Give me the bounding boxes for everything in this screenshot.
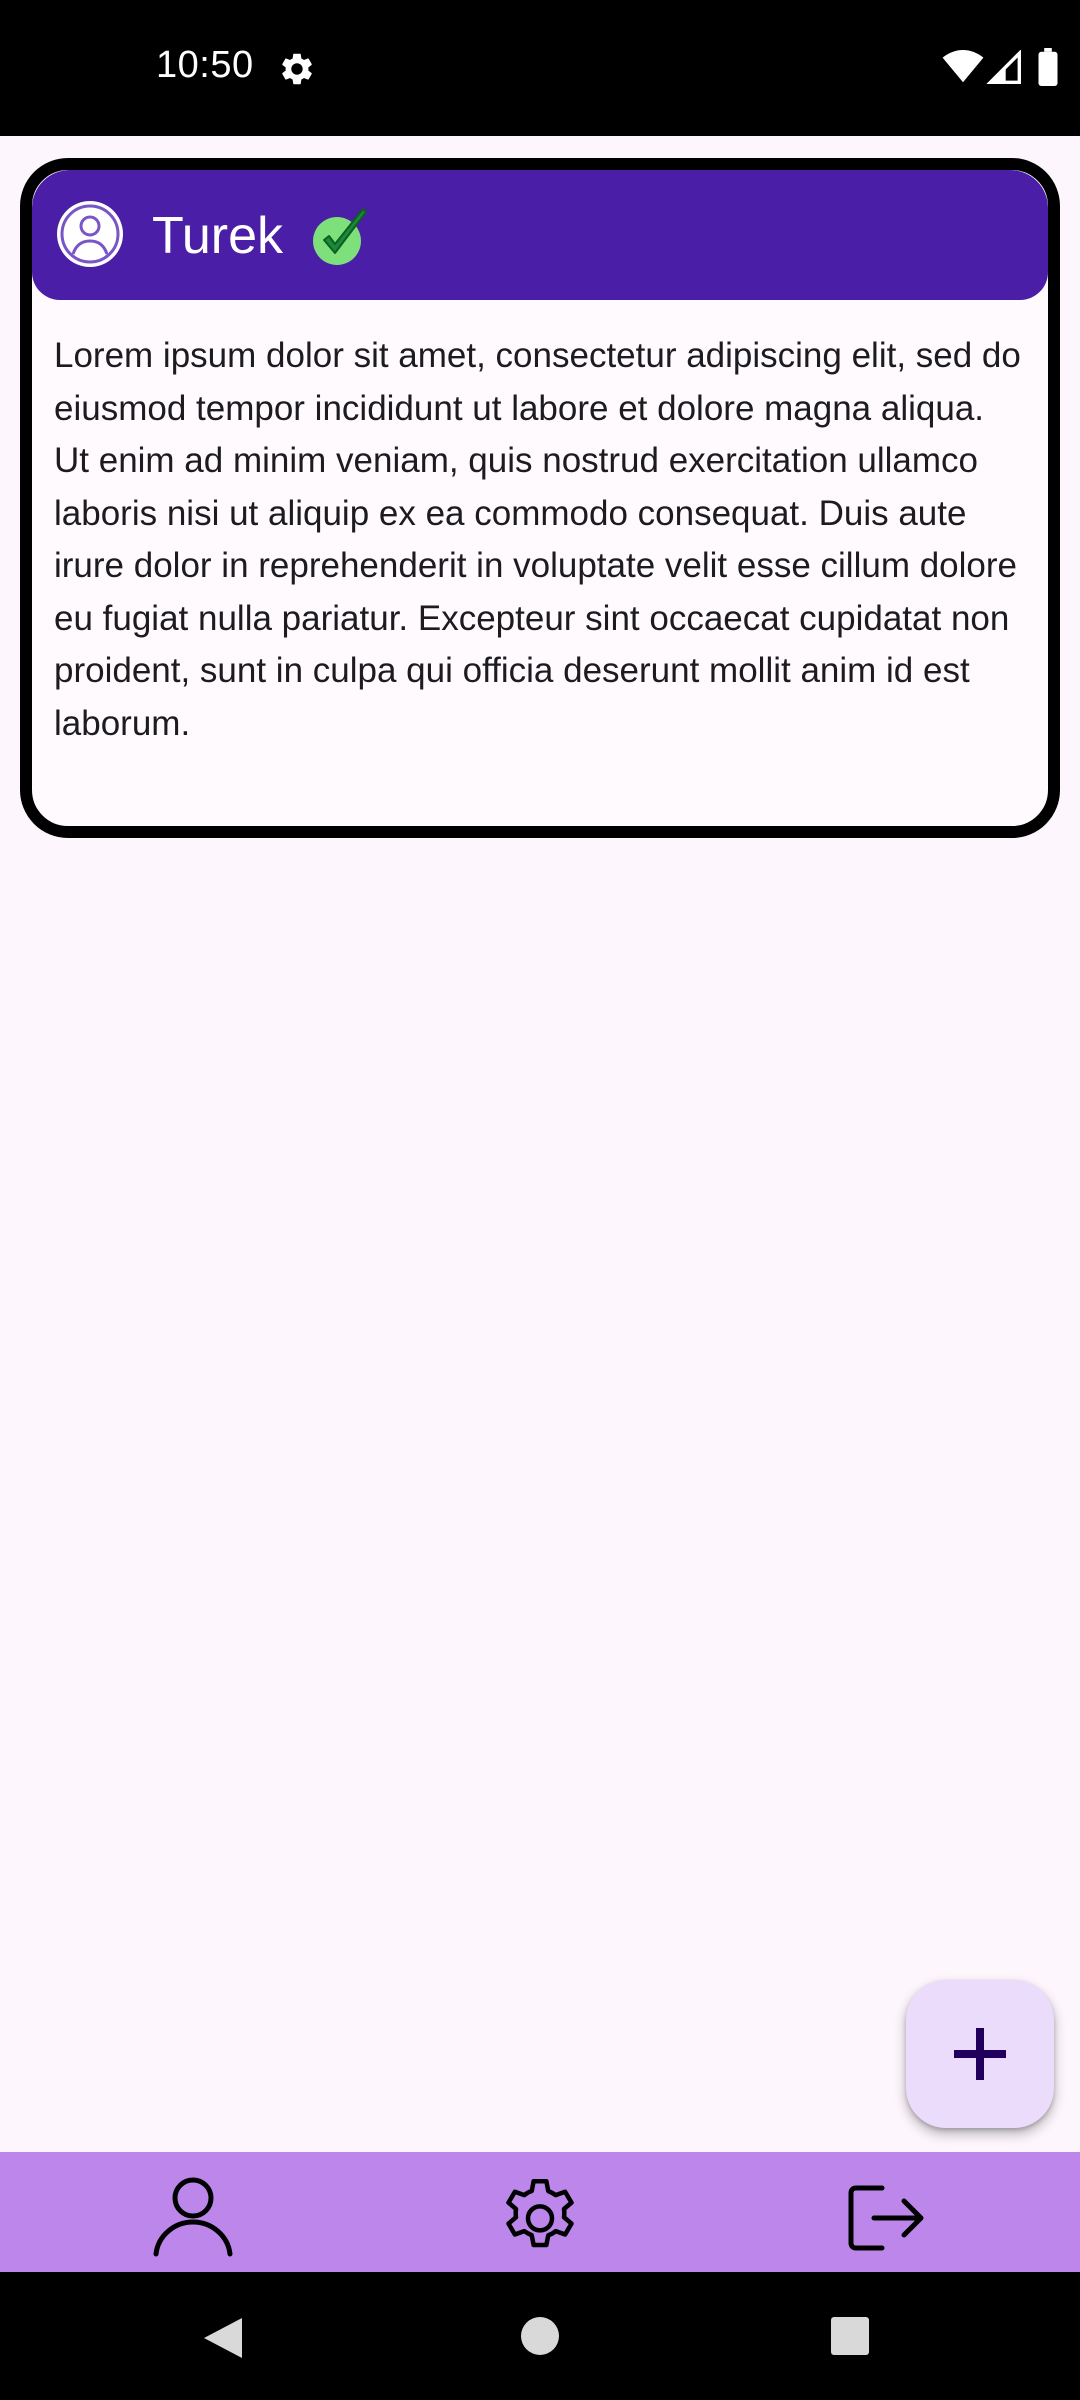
add-post-button[interactable] (906, 1980, 1054, 2128)
person-icon (153, 2177, 233, 2257)
wifi-icon (942, 50, 984, 83)
post-header: Turek (32, 170, 1048, 300)
post-body: Lorem ipsum dolor sit amet, consectetur … (54, 336, 1021, 743)
back-icon[interactable] (200, 2314, 248, 2362)
nav-settings-button[interactable] (495, 2170, 585, 2260)
recents-icon[interactable] (830, 2316, 870, 2356)
bottom-nav (0, 2152, 1080, 2272)
user-circle-icon[interactable] (56, 200, 124, 268)
plus-icon (954, 2028, 1006, 2080)
feed[interactable]: Turek Lorem ipsum dolor sit amet, consec… (0, 136, 1080, 2152)
battery-icon (1038, 48, 1058, 86)
status-time: 10:50 (156, 44, 254, 86)
home-icon[interactable] (520, 2316, 560, 2356)
post-card[interactable]: Turek Lorem ipsum dolor sit amet, consec… (20, 158, 1060, 838)
nav-logout-button[interactable] (840, 2170, 930, 2260)
gear-icon (282, 53, 312, 85)
nav-profile-button[interactable] (148, 2170, 238, 2260)
gear-icon (506, 2179, 574, 2248)
status-bar: 10:50 (0, 0, 1080, 136)
verified-check-icon (313, 208, 367, 265)
system-nav-bar (0, 2272, 1080, 2400)
author-name[interactable]: Turek (152, 206, 283, 266)
logout-icon (848, 2185, 924, 2251)
cellular-signal-icon (986, 50, 1021, 84)
